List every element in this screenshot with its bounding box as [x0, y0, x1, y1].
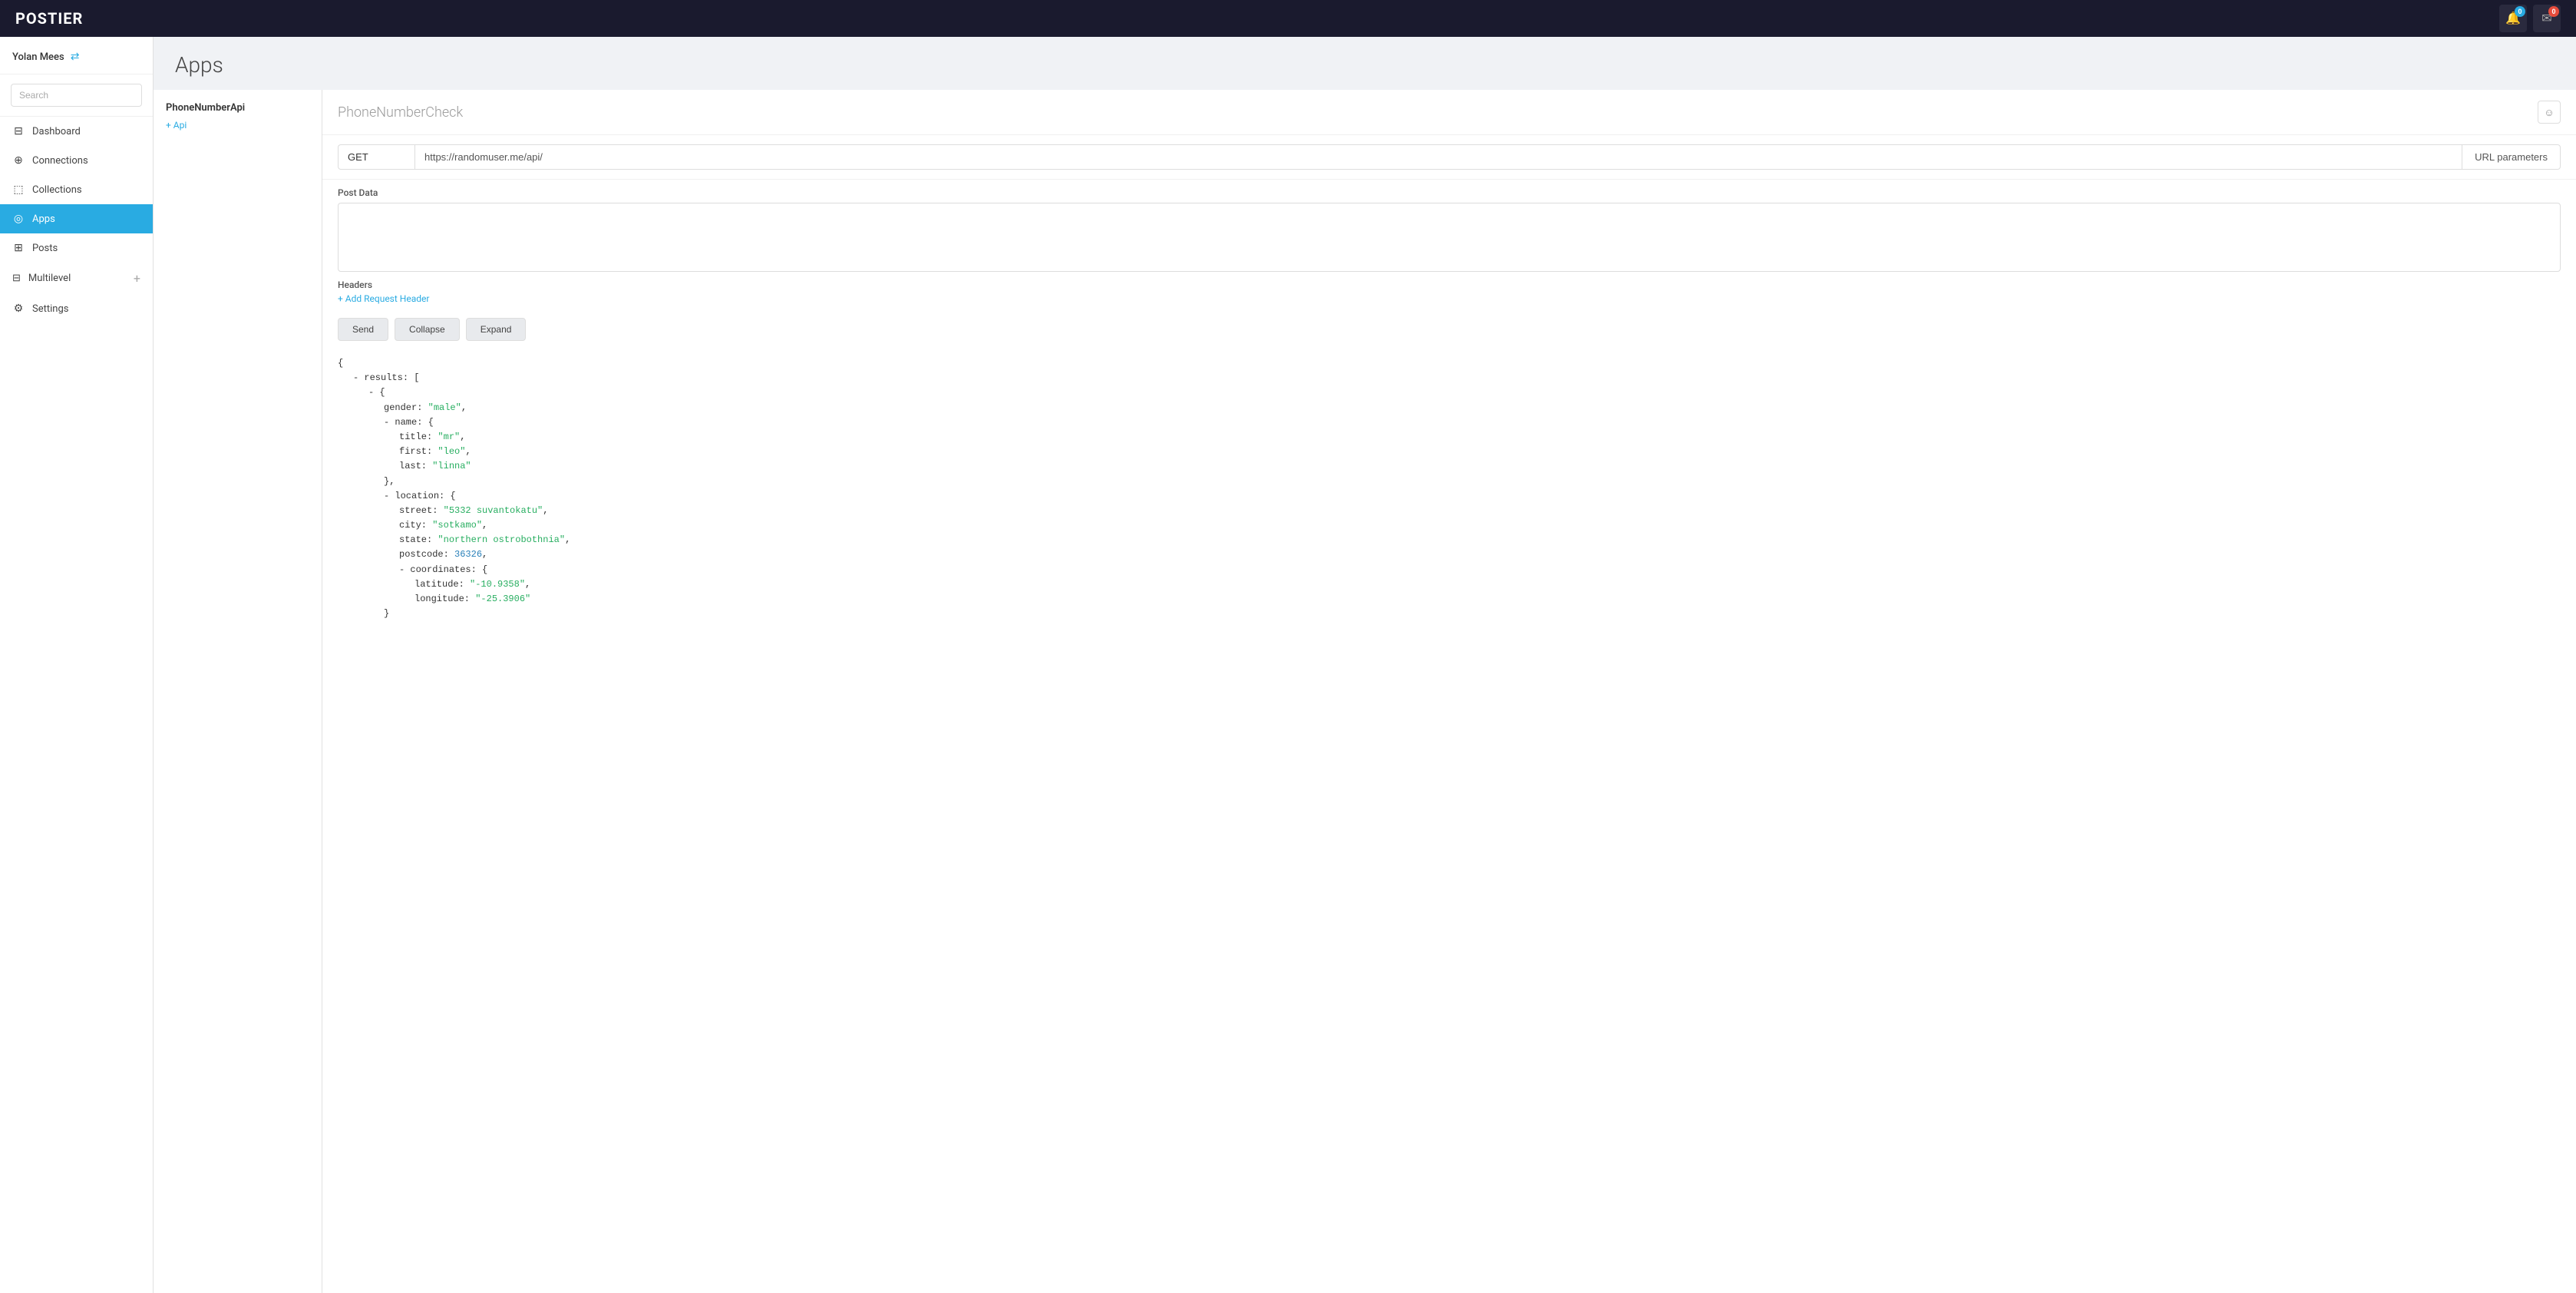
main-content: Apps PhoneNumberApi + Api PhoneNumberChe…: [154, 37, 2576, 1293]
multilevel-icon: ⊟: [12, 273, 21, 284]
settings-icon: ⚙: [12, 303, 25, 315]
add-api-button[interactable]: + Api: [166, 120, 309, 131]
posts-icon: ⊞: [12, 242, 25, 254]
collapse-button[interactable]: Collapse: [395, 318, 460, 341]
action-buttons: Send Collapse Expand: [322, 312, 2576, 349]
left-panel: PhoneNumberApi + Api: [154, 90, 322, 1293]
method-select[interactable]: GET POST PUT DELETE: [338, 144, 414, 170]
sidebar-item-label: Settings: [32, 303, 68, 315]
search-input[interactable]: [11, 84, 142, 107]
sidebar-item-posts[interactable]: ⊞ Posts: [0, 233, 153, 263]
mail-button[interactable]: ✉ 0: [2533, 5, 2561, 32]
logo-ier: IER: [58, 9, 83, 28]
sidebar-item-label: Dashboard: [32, 126, 81, 137]
right-panel-header: PhoneNumberCheck ☺: [322, 90, 2576, 135]
expand-multilevel-icon[interactable]: +: [134, 271, 140, 286]
content-area: PhoneNumberApi + Api PhoneNumberCheck ☺ …: [154, 90, 2576, 1293]
page-title: Apps: [175, 52, 2555, 78]
sidebar-item-label: Collections: [32, 184, 82, 196]
post-data-label: Post Data: [322, 180, 2576, 203]
add-header-button[interactable]: + Add Request Header: [338, 290, 2561, 307]
sidebar-item-connections[interactable]: ⊕ Connections: [0, 146, 153, 175]
topbar-actions: 🔔 0 ✉ 0: [2499, 5, 2561, 32]
sidebar-item-label: Multilevel: [28, 273, 71, 284]
sidebar: Yolan Mees ⇄ ⊟ Dashboard ⊕ Connections ⬚…: [0, 37, 154, 1293]
send-button[interactable]: Send: [338, 318, 388, 341]
sidebar-user: Yolan Mees ⇄: [0, 37, 153, 74]
mail-badge: 0: [2548, 6, 2559, 17]
expand-button[interactable]: Expand: [466, 318, 527, 341]
app-logo: POSTIER: [15, 9, 83, 28]
collections-icon: ⬚: [12, 184, 25, 196]
sidebar-search-container: [0, 74, 153, 117]
apps-icon: ◎: [12, 213, 25, 225]
headers-label: Headers: [338, 279, 2561, 290]
api-name: PhoneNumberApi: [166, 102, 309, 114]
sidebar-item-settings[interactable]: ⚙ Settings: [0, 294, 153, 323]
sidebar-item-label: Connections: [32, 155, 88, 167]
sidebar-item-dashboard[interactable]: ⊟ Dashboard: [0, 117, 153, 146]
sidebar-item-multilevel[interactable]: ⊟ Multilevel +: [0, 263, 153, 294]
headers-section: Headers + Add Request Header: [322, 272, 2576, 312]
url-input[interactable]: [414, 144, 2462, 170]
dashboard-icon: ⊟: [12, 125, 25, 137]
endpoint-settings-button[interactable]: ☺: [2538, 101, 2561, 124]
notifications-button[interactable]: 🔔 0: [2499, 5, 2527, 32]
sidebar-username: Yolan Mees: [12, 51, 64, 63]
sidebar-item-label: Posts: [32, 243, 58, 254]
sidebar-item-apps[interactable]: ◎ Apps: [0, 204, 153, 233]
json-output: { - results: [ - { gender: "male", - nam…: [322, 349, 2576, 1293]
logo-post: POST: [15, 9, 58, 28]
app-body: Yolan Mees ⇄ ⊟ Dashboard ⊕ Connections ⬚…: [0, 37, 2576, 1293]
topbar: POSTIER 🔔 0 ✉ 0: [0, 0, 2576, 37]
user-sync-icon: ⇄: [71, 51, 80, 63]
connections-icon: ⊕: [12, 154, 25, 167]
sidebar-item-collections[interactable]: ⬚ Collections: [0, 175, 153, 204]
url-parameters-button[interactable]: URL parameters: [2462, 144, 2561, 170]
endpoint-name: PhoneNumberCheck: [338, 104, 463, 121]
url-bar: GET POST PUT DELETE URL parameters: [322, 135, 2576, 180]
multilevel-left: ⊟ Multilevel: [12, 273, 71, 284]
right-panel: PhoneNumberCheck ☺ GET POST PUT DELETE U…: [322, 90, 2576, 1293]
post-data-textarea[interactable]: [338, 203, 2561, 272]
page-header: Apps: [154, 37, 2576, 90]
sidebar-item-label: Apps: [32, 213, 55, 225]
bell-badge: 0: [2515, 6, 2525, 17]
